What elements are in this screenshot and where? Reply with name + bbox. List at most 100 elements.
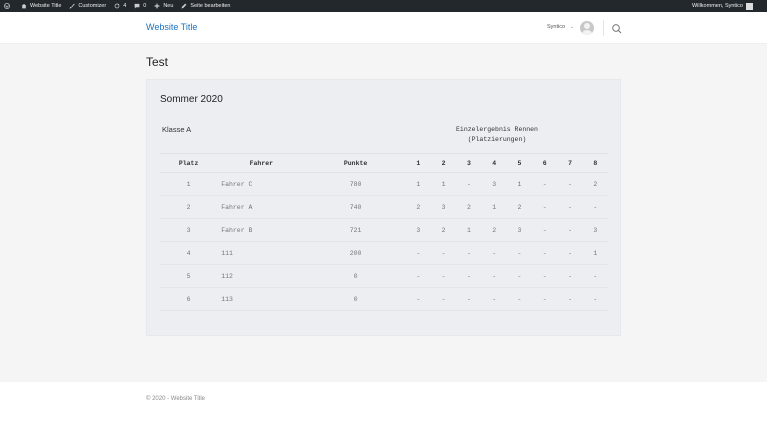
cell-race-4: - [481,287,507,311]
cell-race-1: - [405,241,431,265]
cell-race-5: 1 [506,172,533,196]
cell-race-1: 1 [405,172,431,196]
table-row: 5 112 0 - - - - - - - - [160,264,608,288]
admin-avatar [746,2,753,10]
admin-greeting: Willkommen, Syntico [691,3,743,9]
cell-platz: 4 [160,241,218,265]
results-card: Sommer 2020 Klasse A Einzelergebnis Renn… [146,79,621,336]
header-platz: Platz [160,153,218,173]
cell-punkte: 0 [305,264,406,288]
cell-fahrer: Fahrer A [217,195,306,219]
header-race-5: 5 [506,153,533,173]
chevron-down-icon[interactable]: ⌄ [570,24,574,30]
cell-race-2: 3 [430,195,457,219]
cell-race-8: - [582,264,608,288]
race-results-heading-line2: (Platzierungen) [467,136,527,143]
header-race-2: 2 [430,153,457,173]
edit-page-label: Seite bearbeiten [190,3,231,9]
cell-race-8: 1 [582,241,608,265]
season-title: Sommer 2020 [160,94,223,105]
cell-race-3: - [456,287,482,311]
cell-race-8: 3 [582,218,608,242]
cell-race-3: - [456,264,482,288]
comments-link[interactable]: 0 [130,0,150,12]
site-title-link[interactable]: Website Title [146,22,197,32]
edit-page-link[interactable]: Seite bearbeiten [177,0,234,12]
class-title: Klasse A [162,125,192,134]
cell-punkte: 200 [305,241,406,265]
updates-icon [114,3,120,9]
search-button[interactable] [611,22,623,34]
cell-race-2: 1 [430,172,457,196]
table-row: 3 Fahrer B 721 3 2 1 2 3 - - 3 [160,218,608,242]
header-race-4: 4 [481,153,507,173]
cell-race-6: - [532,172,558,196]
wordpress-logo-button[interactable] [0,0,17,12]
cell-race-6: - [532,195,558,219]
user-menu-name[interactable]: Syntico [547,24,565,30]
cell-race-7: - [557,195,583,219]
cell-race-7: - [557,241,583,265]
table-row: 4 111 200 - - - - - - - 1 [160,241,608,265]
cell-punkte: 0 [305,287,406,311]
cell-race-1: 3 [405,218,431,242]
cell-race-2: - [430,287,457,311]
results-header-row: Platz Fahrer Punkte 1 2 3 4 5 6 7 8 [160,153,608,173]
cell-platz: 5 [160,264,218,288]
cell-race-6: - [532,287,558,311]
header-race-7: 7 [557,153,583,173]
header-race-6: 6 [532,153,558,173]
race-results-heading: Einzelergebnis Rennen (Platzierungen) [437,125,557,145]
cell-race-4: - [481,264,507,288]
brush-icon [69,3,76,9]
table-row: 1 Fahrer C 780 1 1 - 3 1 - - 2 [160,172,608,196]
table-row: 2 Fahrer A 740 2 3 2 1 2 - - - [160,195,608,219]
cell-race-4: 3 [481,172,507,196]
new-content-link[interactable]: Neu [150,0,177,12]
cell-race-1: - [405,264,431,288]
admin-site-name: Website Title [30,3,62,9]
cell-race-6: - [532,264,558,288]
cell-race-6: - [532,241,558,265]
cell-race-6: - [532,218,558,242]
cell-platz: 3 [160,218,218,242]
cell-fahrer: Fahrer B [217,218,306,242]
home-icon [21,3,27,9]
cell-platz: 6 [160,287,218,311]
site-header: Website Title Syntico ⌄ [0,12,767,44]
race-results-heading-line1: Einzelergebnis Rennen [456,126,538,133]
table-row: 6 113 0 - - - - - - - - [160,287,608,311]
cell-fahrer: Fahrer C [217,172,306,196]
search-icon [612,24,622,34]
cell-race-4: 1 [481,195,507,219]
cell-platz: 2 [160,195,218,219]
results-table: Platz Fahrer Punkte 1 2 3 4 5 6 7 8 1 Fa… [160,153,608,311]
admin-site-name-link[interactable]: Website Title [17,0,65,12]
customizer-link[interactable]: Customizer [65,0,110,12]
cell-fahrer: 112 [217,264,306,288]
header-race-8: 8 [582,153,608,173]
wordpress-icon [4,3,10,9]
footer-copyright: © 2020 - Website Title [146,396,206,402]
cell-race-8: 2 [582,172,608,196]
cell-race-8: - [582,195,608,219]
cell-punkte: 721 [305,218,406,242]
cell-race-2: - [430,241,457,265]
pencil-icon [182,3,187,9]
header-divider [603,20,604,36]
updates-link[interactable]: 4 [110,0,130,12]
cell-punkte: 780 [305,172,406,196]
customizer-label: Customizer [78,3,107,9]
header-punkte: Punkte [305,153,406,173]
avatar[interactable] [580,21,594,35]
cell-race-7: - [557,172,583,196]
cell-race-5: - [506,287,533,311]
cell-race-4: 2 [481,218,507,242]
cell-race-3: - [456,172,482,196]
cell-race-5: - [506,264,533,288]
cell-race-7: - [557,287,583,311]
cell-race-5: 2 [506,195,533,219]
cell-race-7: - [557,218,583,242]
my-account-link[interactable]: Willkommen, Syntico [691,2,767,10]
admin-bar: Website Title Customizer 4 0 Neu Seite b… [0,0,767,12]
